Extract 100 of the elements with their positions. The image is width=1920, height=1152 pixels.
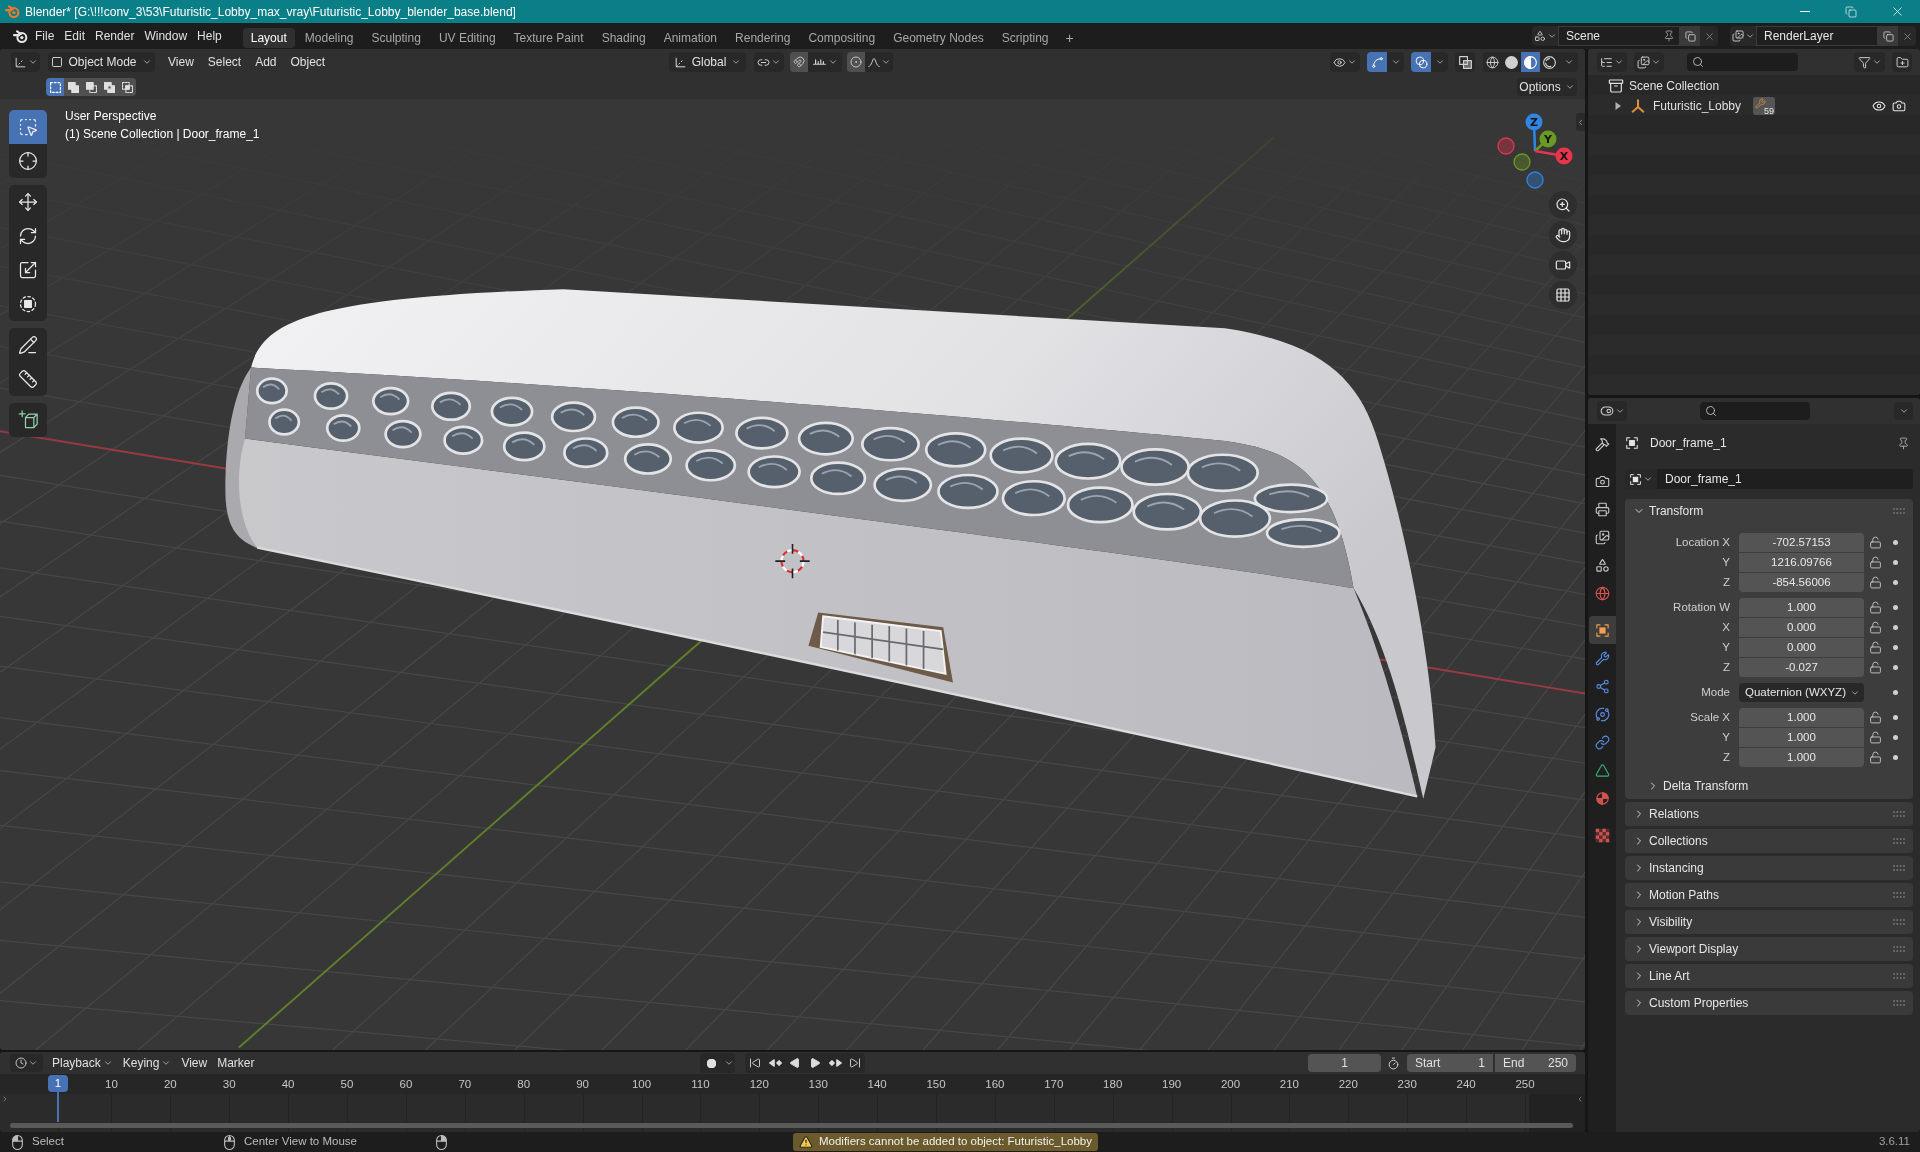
panel-header[interactable]: Collections (1625, 829, 1913, 853)
visibility-dropdown[interactable] (1330, 52, 1360, 72)
axis-handle[interactable]: X (1555, 147, 1573, 165)
jump-start-button[interactable] (745, 1053, 765, 1073)
toggle-options-dropdown[interactable] (1387, 52, 1404, 72)
number-field[interactable]: 0.000 (1739, 638, 1864, 657)
number-field[interactable]: -702.57153 (1739, 533, 1864, 552)
unlock-icon[interactable] (1869, 751, 1882, 764)
overlay-toggle[interactable] (1411, 52, 1431, 72)
filter-layer-dropdown[interactable] (1634, 52, 1664, 72)
add-workspace-button[interactable]: + (1058, 28, 1081, 48)
orientation-dropdown[interactable]: Global (669, 52, 746, 72)
menu-item[interactable]: Add (248, 52, 284, 72)
scene-name-field[interactable]: Scene (1558, 26, 1680, 46)
tool-button[interactable] (9, 328, 47, 362)
unlock-icon[interactable] (1869, 556, 1882, 569)
workspace-tab[interactable]: Scripting (993, 28, 1057, 48)
auto-keying-toggle[interactable] (700, 1053, 722, 1073)
menu-item[interactable]: Select (200, 52, 249, 72)
tool-button[interactable] (9, 287, 47, 321)
outliner-item[interactable]: Futuristic_Lobby (1653, 97, 1742, 115)
unlock-icon[interactable] (1869, 661, 1882, 674)
workspace-tab[interactable]: Rendering (727, 28, 799, 48)
outliner-item[interactable]: Scene Collection (1629, 77, 1720, 95)
menu-dropdown[interactable]: Playback (47, 1054, 118, 1072)
select-mode-button[interactable] (46, 78, 64, 96)
panel-header[interactable]: Viewport Display (1625, 937, 1913, 961)
drag-handle-icon[interactable] (1893, 973, 1905, 979)
pin-icon[interactable] (1897, 436, 1910, 450)
eye-icon[interactable] (1872, 99, 1886, 113)
panel-header[interactable]: Relations (1625, 802, 1913, 826)
navigation-gizmo[interactable]: Z Y X (1497, 110, 1577, 192)
shading-mode-button[interactable] (1483, 52, 1502, 72)
tool-button[interactable] (9, 362, 47, 396)
select-mode-button[interactable] (118, 78, 136, 96)
end-frame-field[interactable]: End 250 (1495, 1054, 1576, 1072)
axis-circle-icon[interactable] (1526, 171, 1544, 189)
xray-toggle[interactable] (1455, 52, 1475, 72)
number-field[interactable]: -0.027 (1739, 658, 1864, 677)
workspace-tab[interactable]: Shading (593, 28, 654, 48)
toggle-options-dropdown[interactable] (1431, 52, 1448, 72)
menu-item[interactable]: View (176, 1054, 213, 1072)
workspace-tab[interactable]: Geometry Nodes (885, 28, 992, 48)
workspace-tab[interactable]: Texture Paint (505, 28, 592, 48)
timeline-scrollbar[interactable] (10, 1123, 1573, 1128)
workspace-tab[interactable]: Animation (655, 28, 726, 48)
datablock-type-button[interactable] (1532, 26, 1558, 46)
unlock-icon[interactable] (1869, 731, 1882, 744)
unlock-icon[interactable] (1869, 641, 1882, 654)
unlock-icon[interactable] (1869, 621, 1882, 634)
search-field[interactable] (1687, 53, 1798, 71)
start-frame-field[interactable]: Start 1 (1407, 1054, 1493, 1072)
axis-handle[interactable]: Y (1539, 130, 1557, 148)
unlink-button[interactable] (1898, 26, 1916, 46)
jump-end-button[interactable] (845, 1053, 865, 1073)
object-name-field[interactable]: Door_frame_1 (1657, 469, 1913, 489)
workspace-tab[interactable]: Sculpting (363, 28, 429, 48)
menu-item[interactable]: Marker (212, 1054, 260, 1072)
number-field[interactable]: 1.000 (1739, 708, 1864, 727)
drag-handle-icon[interactable] (1893, 508, 1905, 514)
workspace-tab[interactable]: Layout (242, 28, 295, 48)
tool-button[interactable] (9, 144, 47, 178)
panel-header[interactable]: Transform (1625, 499, 1913, 523)
view-layer-field[interactable]: RenderLayer (1756, 26, 1878, 46)
mode-dropdown[interactable]: Object Mode (48, 52, 155, 72)
display-mode-dropdown[interactable] (1597, 52, 1627, 72)
editor-type-button[interactable] (1597, 401, 1627, 421)
menu-item[interactable]: View (161, 52, 201, 72)
select-mode-button[interactable] (64, 78, 82, 96)
new-collection-button[interactable] (1892, 52, 1912, 72)
filter-dropdown[interactable] (1854, 52, 1885, 72)
expand-triangle-icon[interactable] (1614, 102, 1622, 110)
properties-tab[interactable] (1589, 616, 1616, 644)
snap-target-dropdown[interactable] (808, 52, 842, 72)
drag-handle-icon[interactable] (1893, 946, 1905, 952)
number-field[interactable]: 0.000 (1739, 618, 1864, 637)
pivot-dropdown[interactable] (754, 52, 784, 72)
menu-item[interactable]: Window (139, 26, 193, 46)
tool-button[interactable] (9, 185, 47, 219)
editor-type-button[interactable] (10, 1054, 43, 1072)
menu-item[interactable]: Edit (59, 26, 91, 46)
number-field[interactable]: -854.56006 (1739, 573, 1864, 592)
modifier-badge[interactable]: 59 (1753, 97, 1776, 115)
number-field[interactable]: 1.000 (1739, 748, 1864, 767)
drag-handle-icon[interactable] (1893, 919, 1905, 925)
menu-item[interactable]: Object (283, 52, 333, 72)
shading-mode-button[interactable] (1521, 52, 1540, 72)
unlock-icon[interactable] (1869, 536, 1882, 549)
current-frame-field[interactable]: 1 (1308, 1054, 1381, 1072)
shading-mode-button[interactable] (1540, 52, 1559, 72)
unlock-icon[interactable] (1869, 576, 1882, 589)
menu-item[interactable]: Render (90, 26, 140, 46)
search-field[interactable] (1700, 402, 1810, 420)
workspace-tab[interactable]: Modeling (296, 28, 362, 48)
datablock-type-button[interactable] (1730, 26, 1756, 46)
mode-dropdown[interactable]: Quaternion (WXYZ) (1739, 683, 1864, 702)
panel-header[interactable]: Custom Properties (1625, 991, 1913, 1015)
shading-mode-button[interactable] (1502, 52, 1521, 72)
menu-dropdown[interactable]: Keying (117, 1054, 177, 1072)
unlock-icon[interactable] (1869, 601, 1882, 614)
